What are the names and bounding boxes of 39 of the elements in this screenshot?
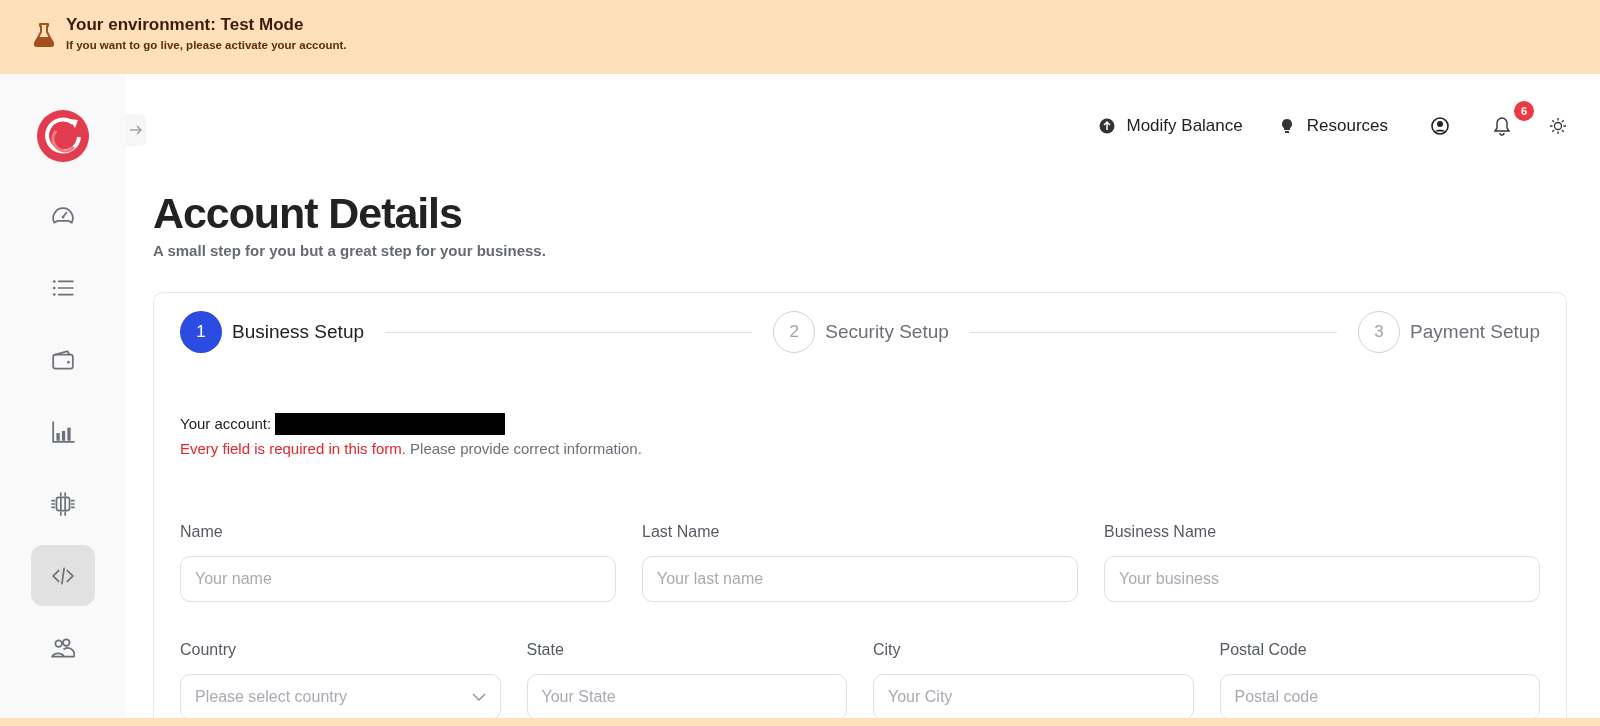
wallet-icon: [51, 347, 75, 372]
field-label: Name: [180, 521, 224, 542]
chip-icon: [51, 491, 75, 516]
field-label: Country: [180, 639, 238, 660]
field-label: Last Name: [642, 521, 721, 542]
account-label: Your account:: [180, 414, 272, 434]
input-field[interactable]: Your last name: [642, 555, 1078, 602]
step-label: Payment Setup: [1410, 319, 1540, 344]
flask-icon: [34, 23, 54, 47]
users-icon: [51, 635, 75, 660]
profile-button[interactable]: [1428, 114, 1452, 138]
page-subtitle: A small step for you but a great step for your business.: [153, 241, 547, 261]
arrow-up-circle-icon: [1098, 118, 1115, 134]
bar-chart-icon: [51, 419, 75, 444]
sidebar-item[interactable]: [31, 545, 95, 606]
arrow-right-icon: [129, 123, 143, 137]
page-title: Account Details: [153, 188, 463, 238]
sun-icon: [1549, 117, 1567, 135]
chevron-down-icon: [471, 692, 486, 701]
banner-title: Your environment: Test Mode: [66, 14, 305, 36]
nav-link[interactable]: Modify Balance: [1098, 113, 1243, 139]
step-number: 1: [180, 311, 222, 353]
input-field[interactable]: Postal code: [1219, 673, 1540, 718]
field-label: State: [526, 639, 565, 660]
field-label: Business Name: [1104, 521, 1218, 542]
nav-link[interactable]: Resources: [1278, 113, 1388, 139]
input-field[interactable]: Your name: [180, 555, 616, 602]
step-label: Security Setup: [825, 319, 949, 344]
user-circle-icon: [1431, 117, 1449, 135]
logo-icon: [36, 109, 90, 163]
field-label: Postal Code: [1219, 639, 1308, 660]
notification-count: 6: [1514, 101, 1534, 121]
help-text: Please provide correct information.: [410, 439, 642, 457]
bell-icon: [1493, 116, 1511, 136]
step-label: Business Setup: [232, 319, 365, 344]
required-warning: Every field is required in this form.: [180, 439, 406, 457]
input-field[interactable]: Your business: [1104, 555, 1540, 602]
banner-message: If you want to go live, please activate your account.: [66, 38, 347, 53]
field-label: City: [873, 639, 902, 660]
